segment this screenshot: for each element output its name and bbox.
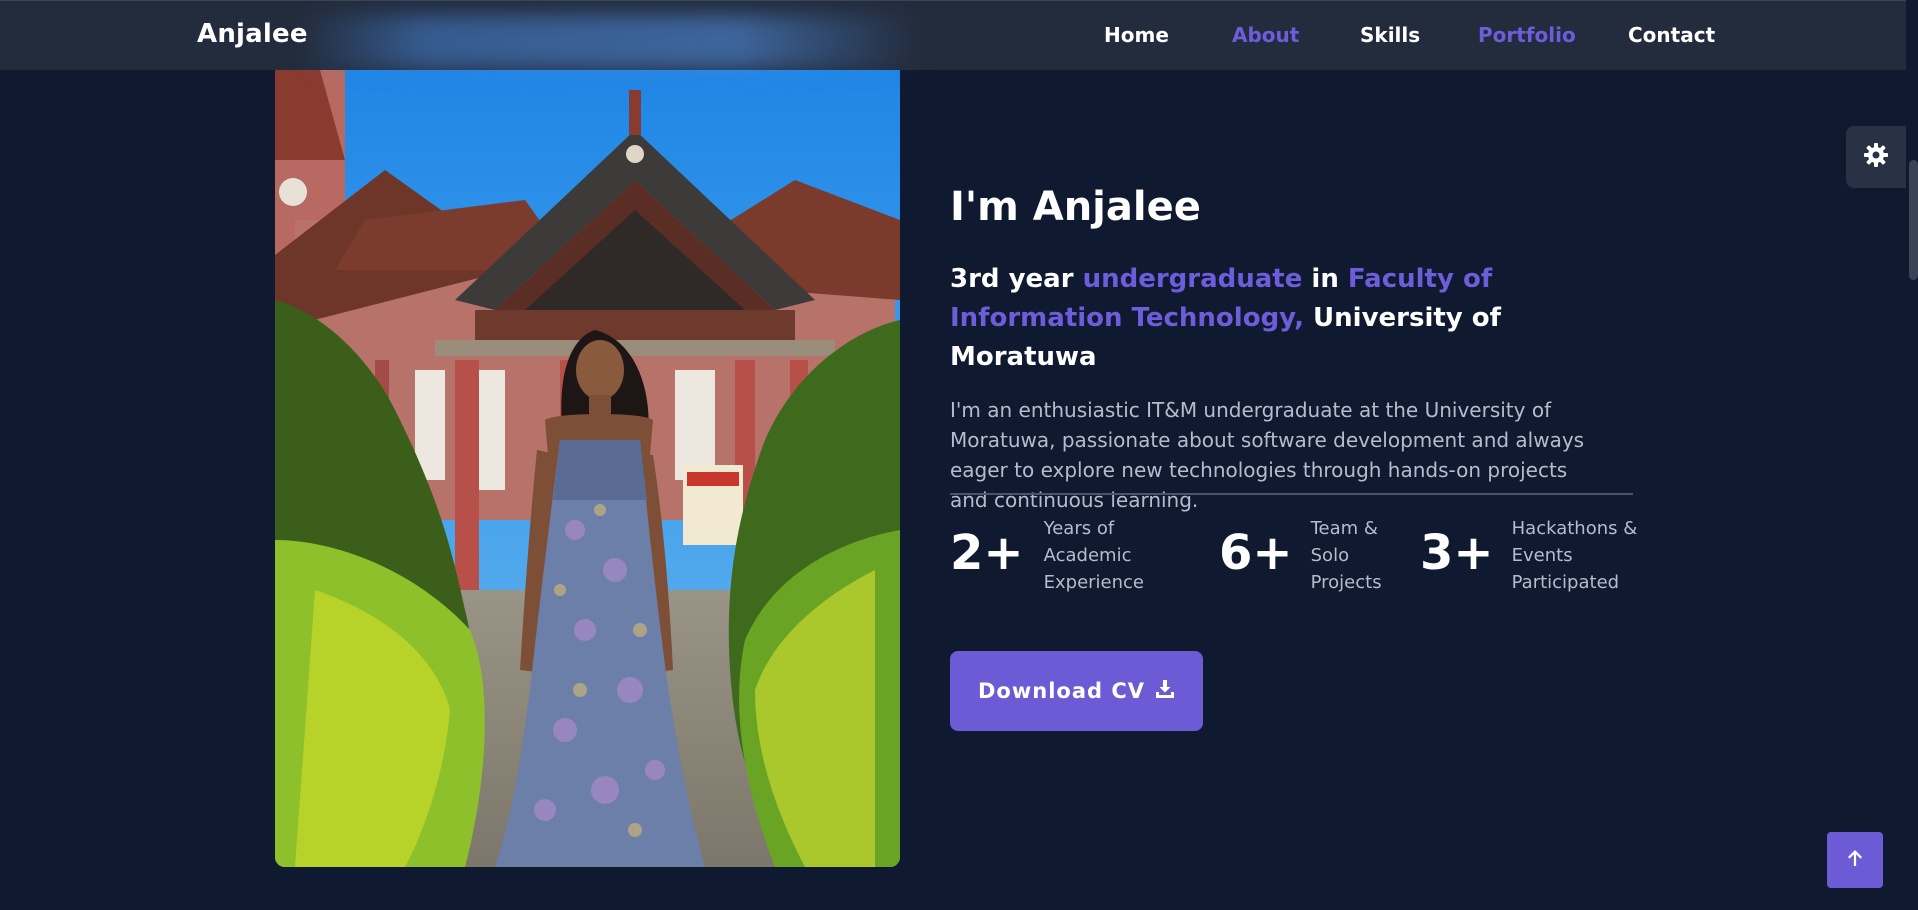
- gear-icon: [1863, 142, 1889, 172]
- stat-number: 2+: [950, 525, 1024, 581]
- hero-description: I'm an enthusiastic IT&M undergraduate a…: [950, 398, 1585, 512]
- hero-subtitle: 3rd year undergraduate in Faculty of Inf…: [950, 260, 1640, 377]
- arrow-up-icon: [1845, 848, 1865, 872]
- stat-label: Hackathons & Events Participated: [1512, 515, 1638, 596]
- stat-label-line: Solo: [1310, 545, 1350, 566]
- stat-label: Team & Solo Projects: [1311, 515, 1382, 596]
- nav-link-skills[interactable]: Skills: [1360, 23, 1420, 47]
- nav-link-portfolio[interactable]: Portfolio: [1478, 23, 1576, 47]
- scrollbar-thumb[interactable]: [1909, 160, 1918, 280]
- download-icon: [1155, 679, 1175, 704]
- nav-link-home[interactable]: Home: [1104, 23, 1169, 47]
- back-to-top-button[interactable]: [1827, 832, 1883, 888]
- download-cv-button[interactable]: Download CV: [950, 651, 1203, 731]
- stat-label-line: Hackathons &: [1511, 518, 1638, 539]
- download-cv-label: Download CV: [977, 679, 1145, 703]
- hero-title: I'm Anjalee: [950, 184, 1201, 230]
- stats-divider: [950, 493, 1633, 495]
- stat-years: 2+ Years of Academic Experience: [950, 515, 1144, 596]
- stat-label: Years of Academic Experience: [1044, 515, 1144, 596]
- stat-number: 3+: [1420, 525, 1494, 581]
- navbar-blur-overlay: [300, 15, 920, 69]
- stat-hackathons: 3+ Hackathons & Events Participated: [1420, 515, 1637, 596]
- subtitle-year: 3rd year: [950, 264, 1083, 294]
- stat-label-line: Events: [1511, 545, 1573, 566]
- stat-number: 6+: [1219, 525, 1293, 581]
- site-logo[interactable]: Anjalee: [197, 19, 308, 49]
- navbar: Anjalee Home About Skills Portfolio Cont…: [0, 0, 1906, 70]
- stat-label-line: Experience: [1043, 572, 1145, 593]
- subtitle-in: in: [1302, 264, 1348, 294]
- theme-toggle-button[interactable]: [1846, 126, 1906, 188]
- stat-label-line: Projects: [1310, 572, 1382, 593]
- nav-link-contact[interactable]: Contact: [1628, 23, 1715, 47]
- stat-projects: 6+ Team & Solo Projects: [1219, 515, 1382, 596]
- stat-label-line: Academic: [1043, 545, 1132, 566]
- subtitle-undergraduate: undergraduate: [1082, 264, 1303, 294]
- page-scrollbar[interactable]: [1906, 0, 1918, 910]
- stat-label-line: Years of: [1043, 518, 1115, 539]
- nav-link-about[interactable]: About: [1232, 23, 1299, 47]
- profile-photo: [275, 70, 900, 867]
- page: Anjalee Home About Skills Portfolio Cont…: [0, 0, 1918, 910]
- stat-label-line: Team &: [1310, 518, 1378, 539]
- hero-section: I'm Anjalee 3rd year undergraduate in Fa…: [950, 180, 1640, 515]
- stat-label-line: Participated: [1511, 572, 1620, 593]
